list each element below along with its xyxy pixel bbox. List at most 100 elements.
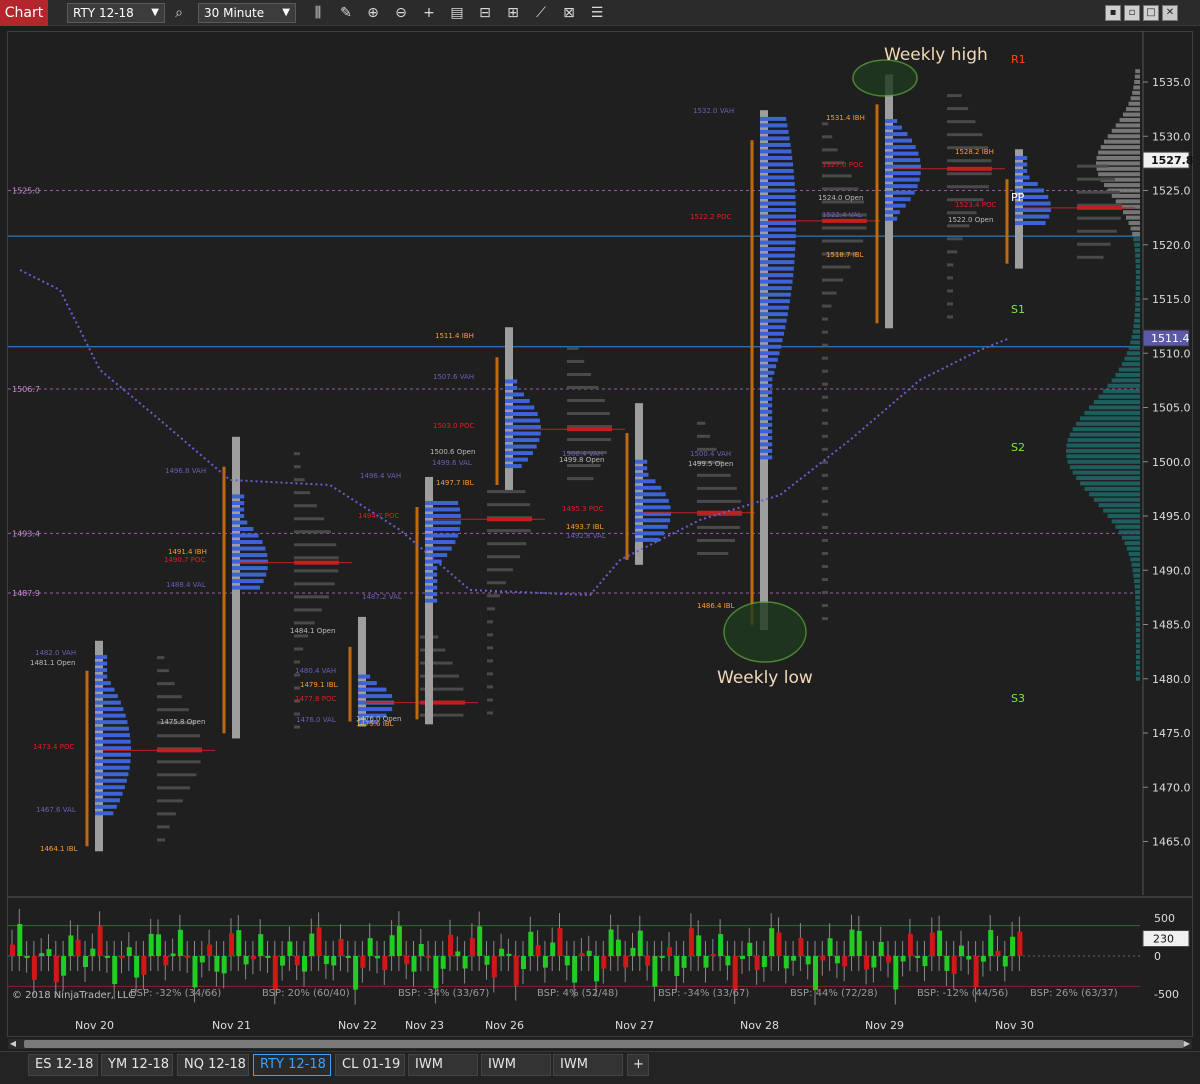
- value-area-row: [760, 116, 787, 121]
- developing-profile-row: [1077, 190, 1120, 194]
- price-tick-label: 1490.0: [1152, 564, 1191, 577]
- scroll-right-icon[interactable]: ▶: [1182, 1039, 1192, 1049]
- value-area-row: [95, 791, 123, 796]
- profile-level-label: 1499.8 Open: [559, 456, 604, 464]
- profile-level-label: 1495.3 POC: [562, 505, 603, 513]
- volume-profile-row: [1135, 649, 1140, 654]
- value-area-row: [760, 266, 794, 271]
- horizontal-scrollbar[interactable]: ◀ ▶: [8, 1039, 1192, 1049]
- profile-level-label: 1464.1 IBL: [40, 845, 78, 853]
- sub-bar: [207, 944, 213, 956]
- sub-bar: [513, 956, 519, 986]
- volume-profile-row: [1130, 557, 1140, 562]
- sub-bar: [258, 934, 264, 956]
- scroll-left-icon[interactable]: ◀: [8, 1039, 18, 1049]
- sub-bar: [572, 956, 578, 983]
- value-area-row: [505, 457, 528, 462]
- tab-iwm-2[interactable]: IWM: [481, 1054, 551, 1076]
- developing-profile-row: [157, 669, 169, 673]
- value-area-row: [760, 136, 790, 141]
- value-area-row: [505, 444, 537, 449]
- volume-profile-row: [1135, 606, 1140, 611]
- tab-iwm-3[interactable]: IWM: [553, 1054, 623, 1076]
- value-area-row: [425, 500, 459, 505]
- sub-bar: [856, 930, 862, 956]
- scroll-thumb[interactable]: [24, 1040, 1184, 1048]
- developing-profile-row: [487, 659, 493, 663]
- volume-profile-row: [1124, 541, 1140, 546]
- developing-profile-row: [294, 569, 339, 573]
- value-area-row: [95, 700, 121, 705]
- sub-bar: [761, 956, 767, 967]
- value-area-row: [1015, 175, 1030, 180]
- sub-bar: [46, 949, 52, 956]
- add-tab-button[interactable]: +: [627, 1054, 649, 1076]
- sub-bar: [681, 956, 687, 968]
- profile-level-label: 1487.2 VAL: [362, 593, 402, 601]
- tab-ym[interactable]: YM 12-18: [101, 1054, 173, 1076]
- sub-bar: [878, 941, 884, 956]
- price-tick-label: 1530.0: [1152, 130, 1191, 143]
- value-area-row: [95, 739, 131, 744]
- volume-profile-row: [1135, 671, 1140, 676]
- tab-iwm-1[interactable]: IWM: [408, 1054, 478, 1076]
- tab-rty[interactable]: RTY 12-18: [253, 1054, 331, 1076]
- value-area-row: [885, 164, 921, 169]
- price-chart[interactable]: 1525.0 1506.7 1493.4 1487.9 1535.0 1530.0 1525…: [0, 0, 1200, 1050]
- developing-profile-row: [822, 226, 867, 230]
- sub-bar: [842, 956, 848, 967]
- value-area-row: [95, 811, 114, 816]
- developing-profile-row: [487, 490, 526, 494]
- developing-profile-row: [157, 708, 189, 712]
- value-area-row: [505, 379, 518, 384]
- value-area-row: [885, 145, 916, 150]
- price-tick-label: 1535.0: [1152, 76, 1191, 89]
- sub-bar: [433, 956, 439, 989]
- developing-profile-row: [822, 538, 828, 542]
- volume-profile-row: [1135, 638, 1140, 643]
- sub-bar: [24, 956, 30, 958]
- profile-level-label: 1507.6 VAH: [433, 373, 474, 381]
- value-area-row: [1015, 162, 1028, 167]
- date-label: Nov 30: [995, 1019, 1034, 1032]
- price-tick-label: 1495.0: [1152, 510, 1191, 523]
- developing-profile-row: [822, 473, 828, 477]
- sub-bar: [10, 944, 15, 956]
- sub-axis-tick-label: -500: [1154, 988, 1179, 1001]
- value-area-row: [885, 190, 915, 195]
- volume-profile-row: [1084, 486, 1140, 491]
- volume-profile-row: [1132, 90, 1140, 95]
- volume-profile-row: [1093, 400, 1140, 405]
- volume-profile-row: [1131, 562, 1140, 567]
- value-area-row: [425, 598, 438, 603]
- volume-profile-row: [1134, 248, 1140, 253]
- developing-profile-row: [487, 672, 493, 676]
- developing-profile-row: [487, 542, 527, 546]
- value-area-row: [232, 500, 245, 505]
- price-tick-label: 1475.0: [1152, 727, 1191, 740]
- sub-bar: [929, 932, 935, 956]
- profile-level-label: 1497.7 IBL: [436, 479, 474, 487]
- sub-bar: [294, 956, 300, 966]
- sub-bar: [426, 955, 432, 958]
- developing-profile-row: [567, 385, 599, 389]
- sub-bar: [221, 956, 227, 974]
- tab-cl[interactable]: CL 01-19: [335, 1054, 405, 1076]
- value-area-row: [95, 733, 130, 738]
- value-area-row: [505, 398, 530, 403]
- date-label: Nov 26: [485, 1019, 524, 1032]
- developing-profile-row: [822, 174, 852, 178]
- developing-profile-row: [294, 595, 329, 599]
- developing-profile-row: [822, 330, 828, 334]
- sub-bar: [718, 934, 724, 956]
- value-area-row: [635, 531, 665, 536]
- sub-bar: [528, 931, 534, 956]
- value-area-row: [425, 572, 438, 577]
- developing-profile-row: [487, 646, 493, 650]
- tab-nq[interactable]: NQ 12-18: [177, 1054, 249, 1076]
- volume-profile-row: [1093, 497, 1140, 502]
- developing-profile-row: [697, 421, 706, 425]
- sub-bar: [907, 933, 913, 956]
- tab-es[interactable]: ES 12-18: [28, 1054, 98, 1076]
- developing-profile-row: [822, 304, 832, 308]
